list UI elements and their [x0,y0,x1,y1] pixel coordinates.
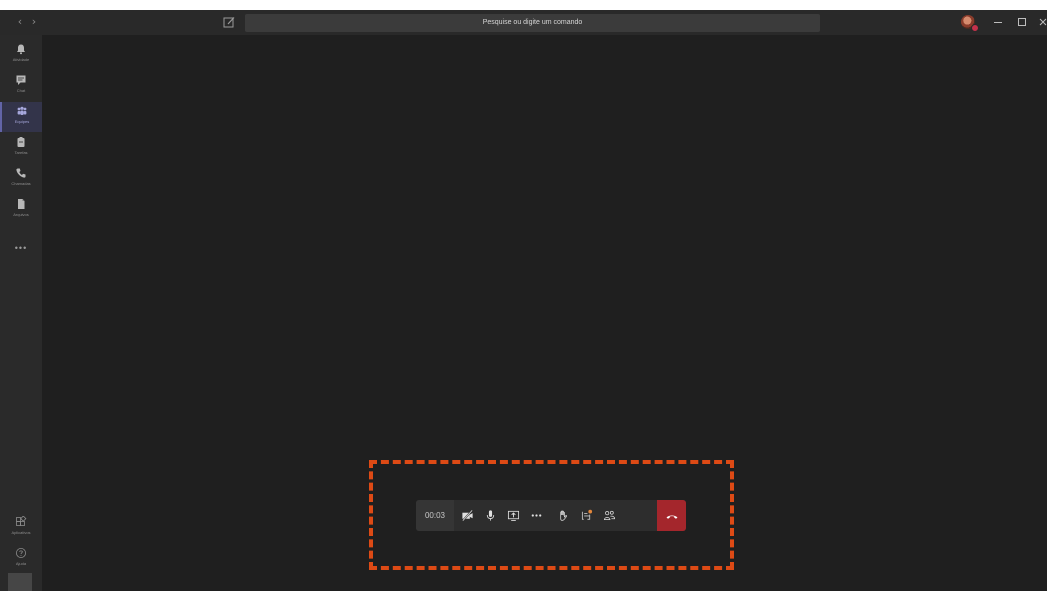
rail-item-tarefas[interactable]: Tarefas [0,133,42,163]
bell-icon [17,44,25,55]
show-participants-button[interactable] [598,500,621,531]
raise-hand-button[interactable] [552,500,575,531]
files-icon [18,199,25,209]
show-conversation-button[interactable] [575,500,598,531]
back-arrow-icon[interactable]: ‹ [13,15,27,29]
chat-icon [16,75,26,85]
title-bar: ‹ › Pesquise ou digite um comando [0,10,1047,35]
more-actions-icon [531,514,542,517]
call-controls-bar: 00:03 [416,500,686,531]
rail-label: Aplicativos [11,530,31,535]
rail-label: Chat [16,88,26,93]
rail-label: Tarefas [14,150,28,155]
apps-icon [16,516,27,526]
rail-label: Atividade [12,57,30,62]
teams-icon [17,106,27,115]
camera-off-icon [462,509,473,522]
rail-item-equipes[interactable]: Equipes [0,102,42,132]
share-screen-button[interactable] [502,500,525,531]
chat-icon [581,509,593,520]
participants-icon [604,510,615,521]
teams-window: ‹ › Pesquise ou digite um comando Ativid… [0,10,1047,591]
rail-item-chat[interactable]: Chat [0,71,42,101]
minimize-icon[interactable] [992,16,1004,28]
microphone-icon [486,510,495,521]
share-screen-icon [507,510,520,521]
rail-item-atividade[interactable]: Atividade [0,40,42,70]
hang-up-icon [666,514,677,519]
tasks-icon [17,137,25,147]
raise-hand-icon [560,510,568,521]
microphone-button[interactable] [479,500,502,531]
camera-toggle-button[interactable] [456,500,479,531]
phone-icon [16,168,26,178]
left-rail: Atividade Chat Equipes Tarefas Chamadas … [0,35,42,591]
more-apps-icon[interactable]: ••• [0,243,42,253]
feedback-button[interactable] [8,573,32,591]
forward-arrow-icon[interactable]: › [27,15,41,29]
rail-label: Ajuda [15,561,27,566]
rail-item-chamadas[interactable]: Chamadas [0,164,42,194]
compose-icon[interactable] [222,15,236,29]
rail-label: Chamadas [11,181,31,186]
rail-label: Arquivos [13,212,29,217]
rail-item-aplicativos[interactable]: Aplicativos [0,513,42,543]
call-timer: 00:03 [416,500,454,531]
rail-item-arquivos[interactable]: Arquivos [0,195,42,225]
help-icon [16,548,26,558]
close-icon[interactable] [1037,16,1047,28]
status-badge [971,24,979,32]
search-input[interactable]: Pesquise ou digite um comando [245,14,820,32]
rail-item-ajuda[interactable]: Ajuda [0,544,42,574]
rail-label: Equipes [14,119,30,124]
maximize-icon[interactable] [1016,16,1028,28]
more-actions-button[interactable] [525,500,548,531]
hang-up-button[interactable] [657,500,686,531]
